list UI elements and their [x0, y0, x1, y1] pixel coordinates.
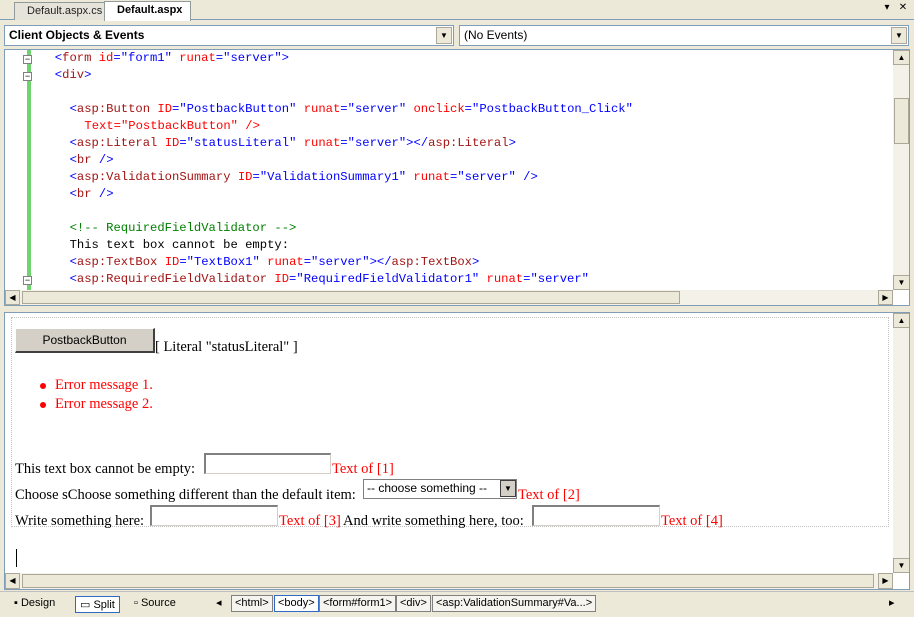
- source-code-editor[interactable]: − − − <form id="form1" runat="server"> <d…: [4, 49, 910, 306]
- textbox2-input[interactable]: [150, 505, 278, 526]
- breadcrumb-item[interactable]: <form#form1>: [319, 595, 397, 612]
- breadcrumb-item[interactable]: <html>: [231, 595, 273, 612]
- split-view-icon: ▭: [80, 599, 91, 611]
- code-line: <asp:Button ID="PostbackButton" runat="s…: [69, 102, 633, 116]
- code-vertical-scrollbar[interactable]: ▲ ▼: [893, 50, 909, 290]
- scroll-down-icon[interactable]: ▼: [893, 275, 909, 290]
- textbox1-label: This text box cannot be empty:: [15, 461, 196, 477]
- scroll-left-icon[interactable]: ◀: [5, 290, 20, 305]
- design-view-icon: ▪: [14, 597, 18, 609]
- literal-placeholder: [ Literal "statusLiteral" ]: [155, 339, 298, 355]
- code-horizontal-scrollbar[interactable]: ◀ ▶: [5, 290, 893, 305]
- code-line: <asp:Literal ID="statusLiteral" runat="s…: [69, 136, 516, 150]
- code-lines: <form id="form1" runat="server"> <div> <as…: [5, 50, 893, 290]
- view-button-label: Design: [20, 597, 56, 609]
- textbox3-label: And write something here, too:: [343, 513, 524, 529]
- code-line: <div>: [54, 68, 92, 82]
- events-dropdown[interactable]: (No Events) ▼: [459, 25, 909, 46]
- error-message: Error message 1.: [55, 377, 153, 393]
- breadcrumb-item[interactable]: <asp:ValidationSummary#Va...>: [432, 595, 597, 612]
- scroll-down-icon[interactable]: ▼: [893, 558, 909, 573]
- code-line: <asp:ValidationSummary ID="ValidationSum…: [69, 170, 538, 184]
- code-line: <br />: [69, 153, 114, 167]
- choose-something-select[interactable]: -- choose something -- ▼: [363, 479, 517, 499]
- scroll-right-icon[interactable]: ▶: [878, 290, 893, 305]
- chevron-down-icon[interactable]: ▼: [500, 480, 516, 497]
- design-vertical-scrollbar[interactable]: ▲ ▼: [893, 313, 909, 573]
- compare-validator-text: Text of [2]: [518, 487, 580, 503]
- textbox1-input[interactable]: [204, 453, 331, 474]
- tab-list-dropdown-icon[interactable]: ▾: [880, 2, 894, 13]
- view-status-bar: ▪ Design ▭ Split ▫ Source ◂ <html> <body>…: [0, 591, 914, 617]
- validator-text-3: Text of [3]: [279, 513, 341, 529]
- code-line: <asp:RequiredFieldValidator ID="Required…: [69, 272, 589, 286]
- scroll-thumb[interactable]: [22, 291, 680, 304]
- scroll-thumb[interactable]: [894, 98, 909, 144]
- textbox3-input[interactable]: [532, 505, 660, 526]
- scroll-right-icon[interactable]: ▶: [878, 573, 893, 589]
- view-button-label: Split: [93, 599, 115, 611]
- tab-label: Default.aspx: [117, 4, 183, 16]
- textbox2-label: Write something here:: [15, 513, 145, 529]
- breadcrumb-scroll-right-icon[interactable]: ▸: [889, 596, 899, 609]
- breadcrumb-item[interactable]: <div>: [396, 595, 431, 612]
- source-view-button[interactable]: ▫ Source: [130, 596, 180, 613]
- code-line: <form id="form1" runat="server">: [54, 51, 289, 65]
- document-tab-strip: Default.aspx.cs Default.aspx ▾ ✕: [0, 0, 914, 21]
- design-view-button[interactable]: ▪ Design: [10, 596, 59, 613]
- view-button-label: Source: [140, 597, 176, 609]
- breadcrumb-scroll-left-icon[interactable]: ◂: [216, 596, 226, 609]
- error-message: Error message 2.: [55, 396, 153, 412]
- code-line: <br />: [69, 187, 114, 201]
- code-line: <asp:TextBox ID="TextBox1" runat="server…: [69, 255, 480, 269]
- tab-default-aspx[interactable]: Default.aspx: [104, 1, 192, 21]
- scroll-up-icon[interactable]: ▲: [893, 313, 909, 328]
- split-view-button[interactable]: ▭ Split: [75, 596, 120, 613]
- design-horizontal-scrollbar[interactable]: ◀ ▶: [5, 573, 893, 589]
- code-line: <!-- RequiredFieldValidator -->: [69, 221, 297, 235]
- code-line: This text box cannot be empty:: [69, 238, 290, 252]
- code-line: Text="PostbackButton" />: [84, 119, 260, 133]
- text-caret: [16, 549, 17, 567]
- chevron-down-icon[interactable]: ▼: [891, 27, 907, 44]
- chevron-down-icon[interactable]: ▼: [436, 27, 452, 44]
- required-validator-text: Text of [1]: [332, 461, 394, 477]
- dropdown-value: Client Objects & Events: [9, 28, 145, 42]
- tab-default-aspx-cs[interactable]: Default.aspx.cs: [14, 2, 112, 20]
- dropdown-value: (No Events): [464, 28, 528, 42]
- source-view-icon: ▫: [134, 597, 138, 609]
- tab-label: Default.aspx.cs: [27, 5, 103, 17]
- scroll-up-icon[interactable]: ▲: [893, 50, 909, 65]
- scroll-thumb[interactable]: [22, 574, 874, 588]
- dropdown-label: Choose sChoose something different than …: [15, 487, 356, 503]
- client-objects-dropdown[interactable]: Client Objects & Events ▼: [4, 25, 454, 46]
- validator-text-4: Text of [4]: [661, 513, 723, 529]
- design-surface[interactable]: PostbackButton [ Literal "statusLiteral"…: [4, 312, 910, 590]
- select-value: -- choose something --: [367, 481, 488, 495]
- bullet-icon: [40, 402, 46, 408]
- postback-button[interactable]: PostbackButton: [15, 328, 155, 353]
- scroll-left-icon[interactable]: ◀: [5, 573, 20, 589]
- bullet-icon: [40, 383, 46, 389]
- breadcrumb-item[interactable]: <body>: [274, 595, 319, 612]
- close-document-icon[interactable]: ✕: [896, 2, 910, 13]
